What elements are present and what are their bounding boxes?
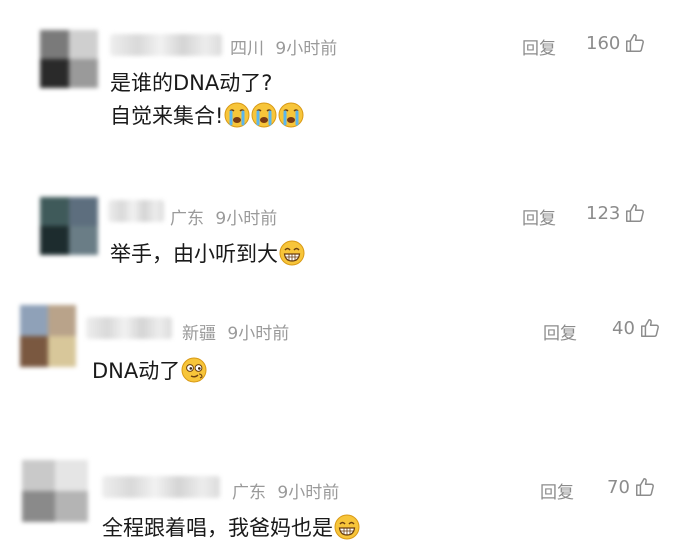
avatar[interactable] bbox=[22, 460, 88, 522]
avatar[interactable] bbox=[40, 197, 98, 255]
time-label: 9小时前 bbox=[277, 483, 340, 503]
comment-item: 广东 9小时前 回复 123 举手，由小听到大 bbox=[0, 170, 696, 280]
comment-item: 新疆 9小时前 回复 40 DNA动了 bbox=[0, 295, 696, 415]
username-blurred[interactable] bbox=[102, 476, 220, 498]
like-count: 70 bbox=[607, 476, 630, 498]
avatar[interactable] bbox=[20, 305, 76, 367]
thumb-up-icon bbox=[634, 476, 656, 498]
thumb-up-icon bbox=[639, 317, 661, 339]
comment-text: DNA动了 bbox=[92, 355, 207, 388]
like-button[interactable]: 123 bbox=[586, 202, 646, 224]
crying-face-icon bbox=[278, 102, 304, 128]
comment-meta: 广东 9小时前 bbox=[232, 478, 339, 503]
region-label: 新疆 bbox=[182, 324, 216, 344]
region-label: 广东 bbox=[232, 483, 266, 503]
reply-button[interactable]: 回复 bbox=[522, 34, 556, 59]
comment-line: 是谁的DNA动了? bbox=[110, 71, 273, 95]
grinning-face-icon bbox=[279, 240, 305, 266]
crying-face-icon bbox=[224, 102, 250, 128]
time-label: 9小时前 bbox=[215, 209, 278, 229]
comment-line: 全程跟着唱，我爸妈也是 bbox=[102, 516, 333, 540]
thumb-up-icon bbox=[624, 32, 646, 54]
smirk-face-icon bbox=[181, 357, 207, 383]
like-count: 123 bbox=[586, 202, 621, 224]
comment-line: DNA动了 bbox=[92, 359, 181, 383]
reply-button[interactable]: 回复 bbox=[543, 319, 577, 344]
like-count: 40 bbox=[612, 317, 635, 339]
time-label: 9小时前 bbox=[227, 324, 290, 344]
like-button[interactable]: 160 bbox=[586, 32, 646, 54]
like-button[interactable]: 40 bbox=[612, 317, 661, 339]
thumb-up-icon bbox=[624, 202, 646, 224]
time-label: 9小时前 bbox=[275, 39, 338, 59]
crying-face-icon bbox=[251, 102, 277, 128]
comment-item: 广东 9小时前 回复 70 全程跟着唱，我爸妈也是 bbox=[0, 450, 696, 559]
comment-line: 自觉来集合! bbox=[110, 103, 224, 128]
username-blurred[interactable] bbox=[86, 317, 172, 339]
comment-meta: 四川 9小时前 bbox=[230, 34, 337, 59]
reply-button[interactable]: 回复 bbox=[540, 478, 574, 503]
username-blurred[interactable] bbox=[108, 200, 164, 222]
comment-line: 举手，由小听到大 bbox=[110, 242, 278, 266]
region-label: 四川 bbox=[230, 39, 264, 59]
comment-meta: 广东 9小时前 bbox=[170, 204, 277, 229]
comment-text: 全程跟着唱，我爸妈也是 bbox=[102, 512, 360, 545]
comment-line-with-emoji: 自觉来集合! bbox=[110, 100, 304, 133]
grinning-face-icon bbox=[334, 514, 360, 540]
comment-text: 举手，由小听到大 bbox=[110, 238, 305, 271]
comment-item: 四川 9小时前 回复 160 是谁的DNA动了? 自觉来集合! bbox=[0, 0, 696, 160]
like-count: 160 bbox=[586, 32, 621, 54]
comment-text: 是谁的DNA动了? 自觉来集合! bbox=[110, 67, 304, 132]
username-blurred[interactable] bbox=[110, 34, 222, 56]
reply-button[interactable]: 回复 bbox=[522, 204, 556, 229]
avatar[interactable] bbox=[40, 30, 98, 88]
comment-meta: 新疆 9小时前 bbox=[182, 319, 289, 344]
region-label: 广东 bbox=[170, 209, 204, 229]
like-button[interactable]: 70 bbox=[607, 476, 656, 498]
